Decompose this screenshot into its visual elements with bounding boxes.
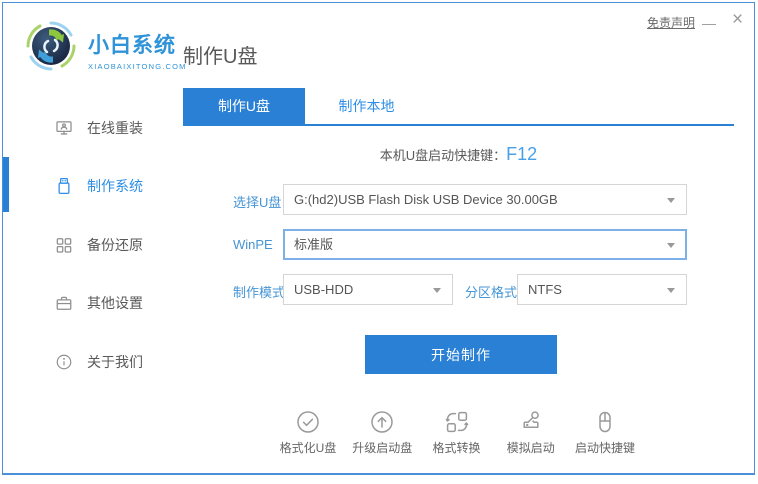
tool-label: 启动快捷键 [574,441,635,455]
usb-select-label: 选择U盘 [233,195,282,210]
app-logo-text: 小白系统 XIAOBAIXITONG.COM [88,29,187,71]
boot-hotkey-label: 本机U盘启动快捷键： [379,148,507,163]
tool-upgrade-boot-disk[interactable]: 升级启动盘 [346,409,418,456]
app-domain: XIAOBAIXITONG.COM [88,62,187,71]
boot-hotkey-value: F12 [506,144,538,164]
app-name: 小白系统 [88,34,176,57]
sidebar-item-label: 其他设置 [87,295,143,311]
info-icon [56,354,72,370]
page-title: 制作U盘 [183,46,258,68]
tool-label: 格式转换 [432,441,481,455]
chevron-down-icon [433,288,441,293]
sidebar-item-label: 在线重装 [87,120,143,136]
mouse-icon [599,411,611,433]
partition-select[interactable]: NTFS [517,274,687,305]
sidebar-item-online-reinstall[interactable]: 在线重装 [3,107,183,149]
tab-bar: 制作U盘 制作本地 [183,88,734,126]
app-window: 免责声明 — × 小白系统 XIAOBAIXITONG.COM 制作U盘 在线重… [2,2,755,475]
sidebar-item-backup-restore[interactable]: 备份还原 [3,224,183,266]
tool-label: 格式化U盘 [279,441,337,455]
tool-boot-hotkey[interactable]: 启动快捷键 [569,409,641,456]
chevron-down-icon [667,243,675,248]
usb-drive-icon [58,177,70,195]
winpe-select-value: 标准版 [294,237,334,252]
tool-format-usb[interactable]: 格式化U盘 [272,409,344,456]
sidebar-item-about-us[interactable]: 关于我们 [3,341,183,383]
chevron-down-icon [667,288,675,293]
app-logo-icon [26,21,76,71]
winpe-select[interactable]: 标准版 [283,229,687,260]
check-circle-icon [297,411,319,433]
main-content: 制作U盘 制作本地 本机U盘启动快捷键：F12 选择U盘 G:(hd2)USB … [183,88,734,473]
winpe-select-label: WinPE [233,237,273,252]
sidebar-item-label: 关于我们 [87,354,143,370]
sidebar-item-other-settings[interactable]: 其他设置 [3,282,183,324]
sidebar-item-label: 制作系统 [87,178,143,194]
mode-select[interactable]: USB-HDD [283,274,453,305]
disclaimer-link[interactable]: 免责声明 [647,14,695,31]
arrow-up-circle-icon [371,411,393,433]
tool-label: 模拟启动 [506,441,555,455]
usb-select[interactable]: G:(hd2)USB Flash Disk USB Device 30.00GB [283,184,687,215]
close-button[interactable]: × [732,10,743,29]
partition-select-value: NTFS [528,282,562,297]
boot-hotkey-line: 本机U盘启动快捷键：F12 [183,144,734,165]
chevron-down-icon [667,198,675,203]
usb-select-value: G:(hd2)USB Flash Disk USB Device 30.00GB [294,192,558,207]
tab-make-usb[interactable]: 制作U盘 [183,88,305,124]
active-indicator-bar [3,157,9,212]
tool-format-convert[interactable]: 格式转换 [421,409,493,456]
tool-label: 升级启动盘 [352,441,413,455]
stamp-icon [523,411,539,428]
mode-select-label: 制作模式 [233,285,286,300]
minimize-button[interactable]: — [702,16,716,30]
tool-bar: 格式化U盘 升级启动盘 格式转换 模拟启动 启动快捷键 [272,409,641,456]
partition-select-label: 分区格式 [465,285,518,300]
sidebar-item-label: 备份还原 [87,237,143,253]
format-convert-icon [445,411,468,433]
tool-simulate-boot[interactable]: 模拟启动 [495,409,567,456]
tab-make-local[interactable]: 制作本地 [305,88,428,124]
backup-grid-icon [56,238,72,253]
briefcase-icon [56,296,72,310]
start-make-button[interactable]: 开始制作 [365,335,557,374]
sidebar-item-make-system[interactable]: 制作系统 [3,157,183,212]
tab-underline [183,124,734,126]
mode-select-value: USB-HDD [294,282,354,297]
monitor-user-icon [56,121,72,135]
